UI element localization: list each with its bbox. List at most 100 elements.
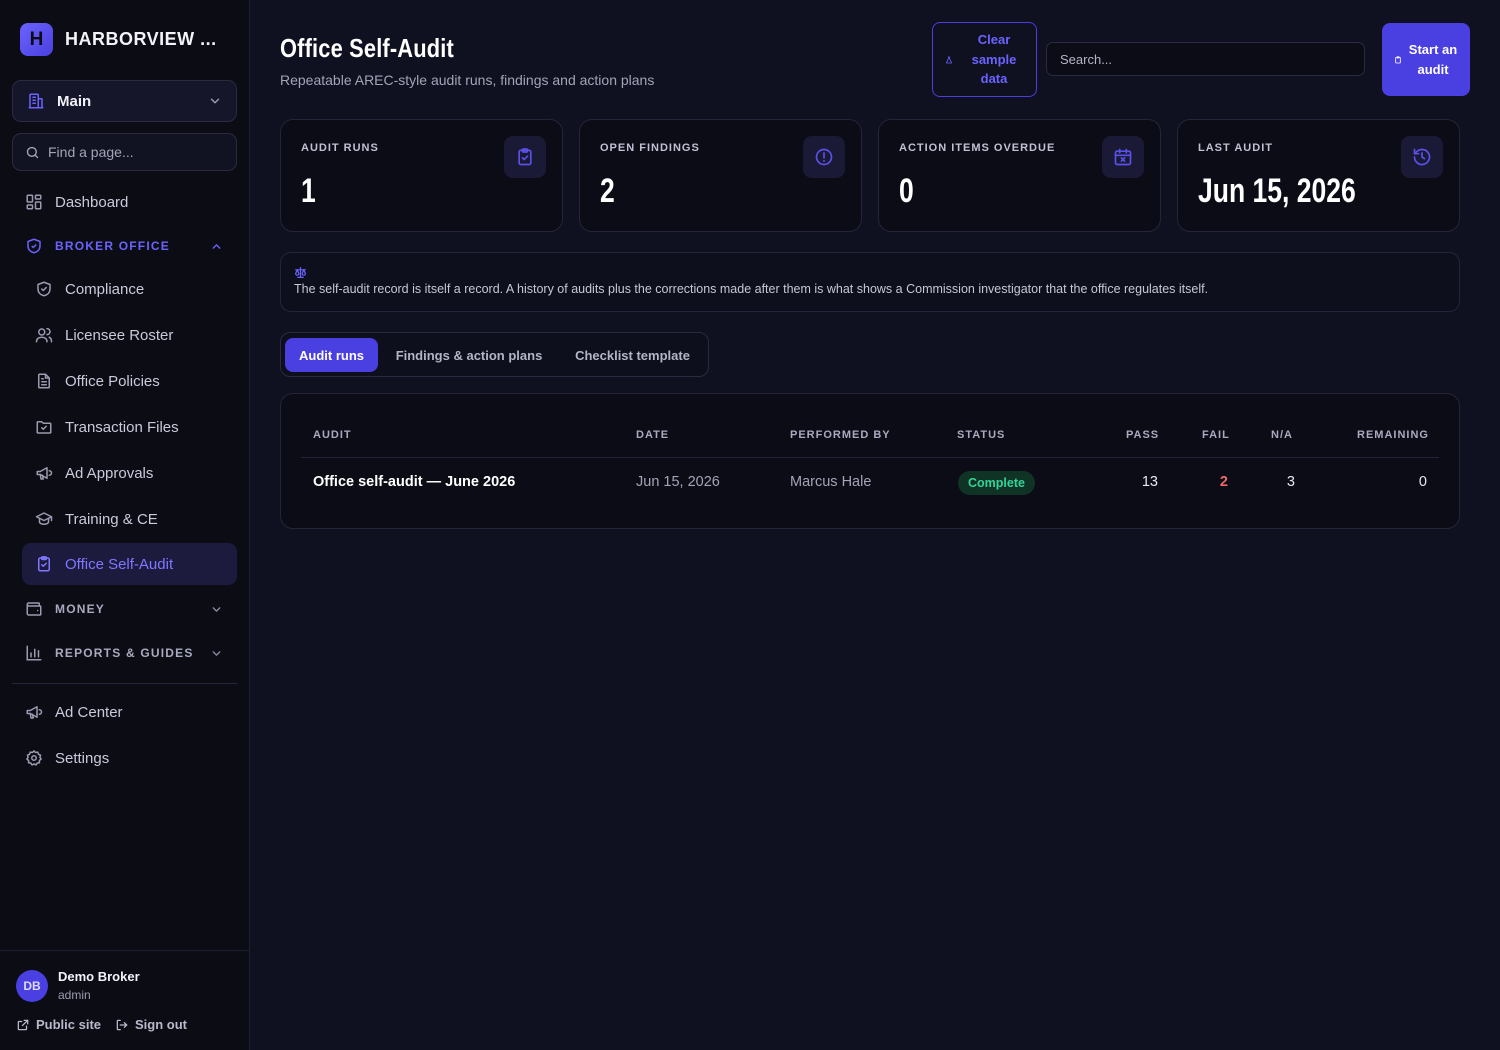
megaphone-icon [35,464,53,482]
tab-audit-runs[interactable]: Audit runs [285,338,378,372]
public-site-link[interactable]: Public site [16,1017,101,1032]
gear-icon [25,749,43,767]
brand-name: HARBORVIEW ... [65,29,217,49]
status-badge: Complete [958,471,1035,495]
flask-icon [945,56,953,64]
chevron-up-icon [210,240,223,253]
sidebar: H HARBORVIEW ... Main Dashboard BROKER O… [0,0,250,1050]
sidebar-item-ad-center[interactable]: Ad Center [12,691,237,733]
find-page-input[interactable] [48,144,218,160]
start-audit-button[interactable]: Start an audit [1382,23,1470,96]
start-audit-label: Start an audit [1408,42,1458,77]
sidebar-item-licensee-roster[interactable]: Licensee Roster [22,314,237,356]
stat-value: Jun 15, 2026 [1198,172,1356,210]
sidebar-item-label: Dashboard [55,193,129,211]
tab-bar: Audit runs Findings & action plans Check… [280,332,709,377]
sidebar-item-label: Office Policies [65,372,160,390]
bar-chart-icon [25,644,43,662]
column-header-remaining[interactable]: REMAINING [1357,429,1429,441]
sign-out-label: Sign out [135,1017,187,1032]
stat-label: LAST AUDIT [1198,142,1273,154]
sidebar-section-reports-guides[interactable]: REPORTS & GUIDES [12,632,237,674]
cell-fail: 2 [1219,474,1228,490]
sidebar-item-label: Ad Center [55,703,123,721]
stat-value: 2 [600,172,615,210]
building-icon [27,92,45,110]
stat-card-action-items-overdue: ACTION ITEMS OVERDUE 0 [878,119,1161,232]
header-divider [301,457,1439,458]
cell-pass: 13 [1141,474,1158,490]
dashboard-icon [25,193,43,211]
clipboard-icon [1394,55,1402,64]
sidebar-section-money[interactable]: MONEY [12,588,237,630]
sidebar-item-label: Transaction Files [65,418,179,436]
sidebar-item-settings[interactable]: Settings [12,737,237,779]
stat-card-open-findings: OPEN FINDINGS 2 [579,119,862,232]
user-name: Demo Broker [58,969,140,984]
sidebar-item-label: Licensee Roster [65,326,174,344]
sidebar-item-office-policies[interactable]: Office Policies [22,360,237,402]
brand[interactable]: H HARBORVIEW ... [20,23,217,56]
external-link-icon [16,1018,30,1032]
cell-date: Jun 15, 2026 [636,474,720,490]
column-header-audit[interactable]: AUDIT [313,429,352,441]
clipboard-check-icon [504,136,546,178]
shield-check-icon [35,280,53,298]
column-header-status[interactable]: STATUS [957,429,1005,441]
sidebar-item-transaction-files[interactable]: Transaction Files [22,406,237,448]
megaphone-icon [25,703,43,721]
sidebar-item-dashboard[interactable]: Dashboard [12,181,237,223]
brand-logo: H [20,23,53,56]
cell-audit[interactable]: Office self-audit — June 2026 [313,474,515,490]
stat-label: AUDIT RUNS [301,142,379,154]
sidebar-section-broker-office[interactable]: BROKER OFFICE [12,225,237,267]
sidebar-item-training-ce[interactable]: Training & CE [22,498,237,540]
clipboard-check-icon [35,555,53,573]
clear-sample-data-label: Clear sample data [971,32,1017,87]
workspace-label: Main [57,92,92,110]
chevron-down-icon [208,94,222,108]
audit-runs-table: AUDIT DATE PERFORMED BY STATUS PASS FAIL… [280,393,1460,529]
sidebar-section-label: BROKER OFFICE [55,239,170,253]
tab-checklist-template[interactable]: Checklist template [561,338,704,372]
sidebar-item-compliance[interactable]: Compliance [22,268,237,310]
stat-card-last-audit: LAST AUDIT Jun 15, 2026 [1177,119,1460,232]
sign-out-icon [115,1018,129,1032]
stat-card-audit-runs: AUDIT RUNS 1 [280,119,563,232]
column-header-performed-by[interactable]: PERFORMED BY [790,429,891,441]
chevron-down-icon [210,647,223,660]
sidebar-item-label: Ad Approvals [65,464,154,482]
column-header-date[interactable]: DATE [636,429,669,441]
cell-na: 3 [1286,474,1295,490]
sidebar-divider [12,683,237,684]
stat-label: ACTION ITEMS OVERDUE [899,142,1056,154]
wallet-icon [25,600,43,618]
sidebar-item-ad-approvals[interactable]: Ad Approvals [22,452,237,494]
shield-icon [25,237,43,255]
sidebar-item-office-self-audit[interactable]: Office Self-Audit [22,543,237,585]
clear-sample-data-button[interactable]: Clear sample data [932,22,1037,97]
stat-label: OPEN FINDINGS [600,142,700,154]
column-header-pass[interactable]: PASS [1126,429,1159,441]
file-text-icon [35,372,53,390]
sign-out-link[interactable]: Sign out [115,1017,187,1032]
page-title: Office Self-Audit [280,33,454,63]
history-icon [1401,136,1443,178]
info-note-text: The self-audit record is itself a record… [294,282,1209,296]
search-input[interactable] [1046,42,1365,76]
workspace-select[interactable]: Main [12,80,237,122]
user-role: admin [58,988,91,1002]
stat-value: 0 [899,172,914,210]
calendar-x-icon [1102,136,1144,178]
sidebar-section-label: REPORTS & GUIDES [55,646,194,660]
column-header-na[interactable]: N/A [1271,429,1293,441]
sidebar-item-label: Office Self-Audit [65,555,174,573]
avatar[interactable]: DB [16,970,48,1002]
sidebar-item-label: Compliance [65,280,145,298]
folder-check-icon [35,418,53,436]
cell-performed-by: Marcus Hale [790,474,872,490]
sidebar-item-label: Training & CE [65,510,158,528]
search-icon [25,145,40,160]
column-header-fail[interactable]: FAIL [1202,429,1230,441]
tab-findings-action-plans[interactable]: Findings & action plans [385,338,553,372]
